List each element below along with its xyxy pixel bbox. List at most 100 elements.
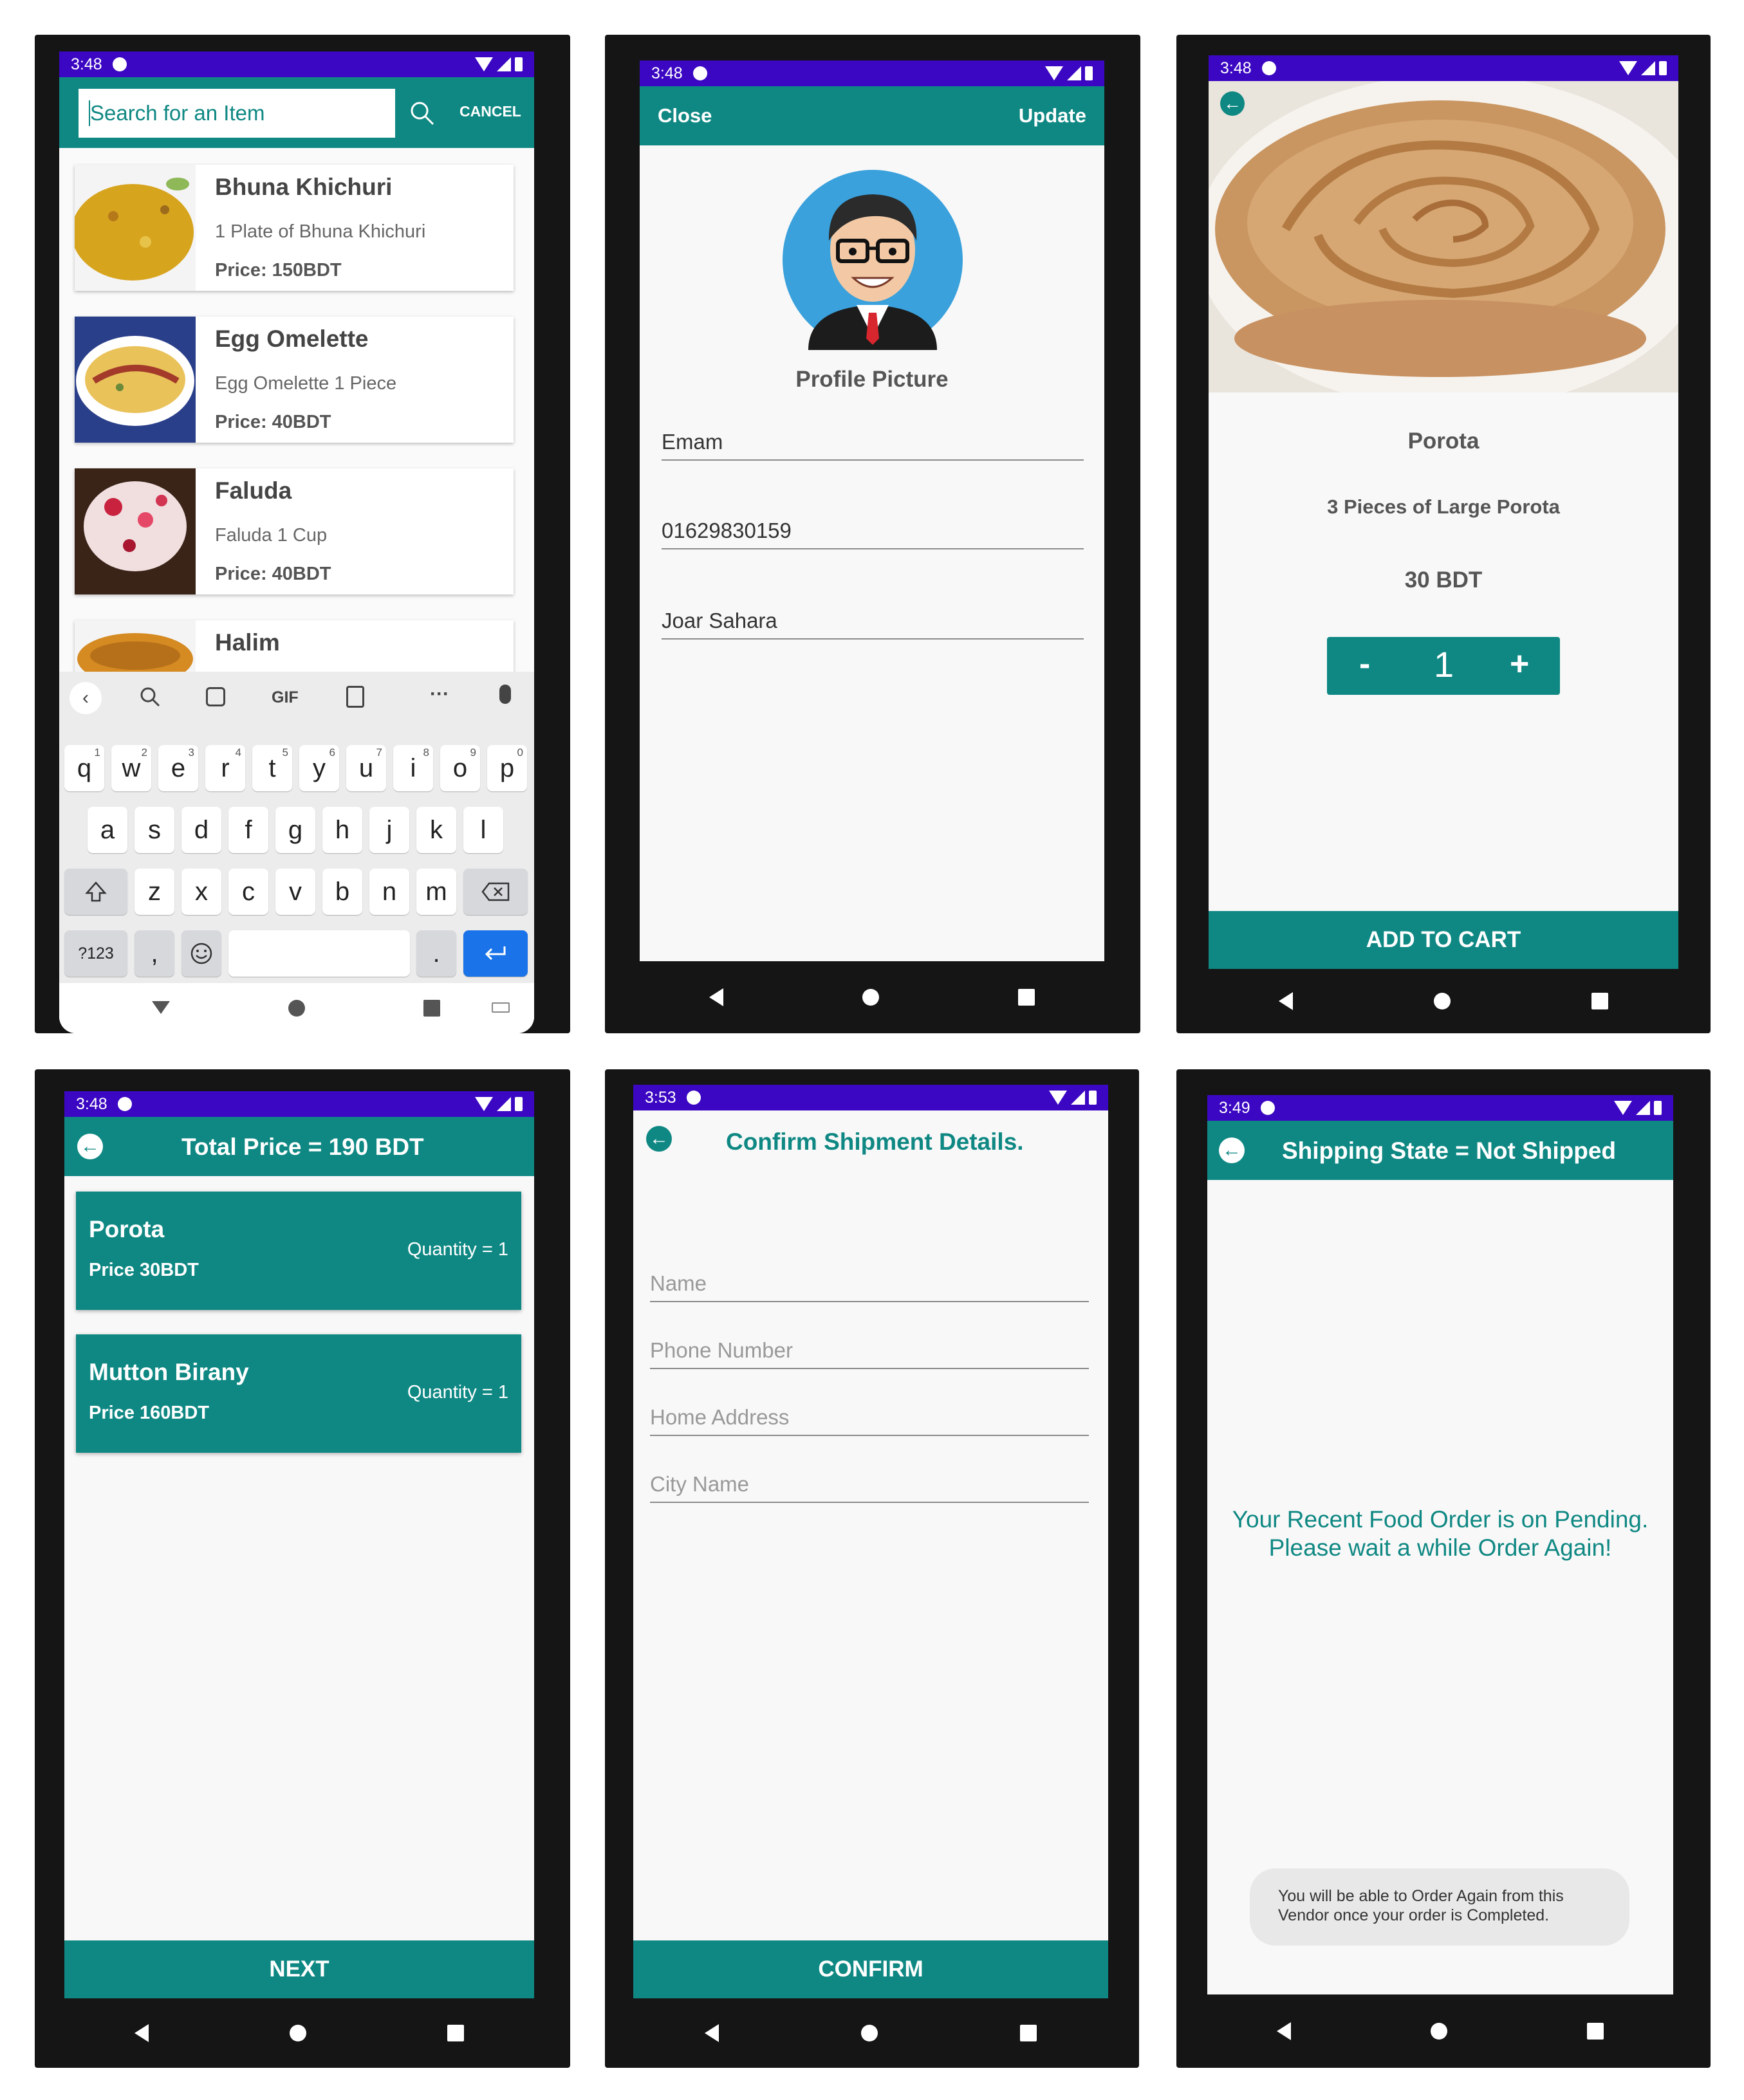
nav-home-icon[interactable]: [289, 2025, 306, 2041]
comma-key[interactable]: ,: [135, 930, 174, 977]
microphone-icon[interactable]: [499, 685, 511, 704]
next-label: NEXT: [269, 1957, 329, 1982]
key[interactable]: s: [135, 807, 174, 853]
nav-home-icon[interactable]: [1430, 2023, 1447, 2040]
increment-button[interactable]: +: [1510, 645, 1529, 683]
decrement-button[interactable]: -: [1359, 645, 1370, 683]
confirm-button[interactable]: CONFIRM: [633, 1940, 1108, 1998]
keyboard-switch-icon[interactable]: [492, 1002, 510, 1013]
address-field[interactable]: Home Address: [650, 1405, 1089, 1436]
shift-key[interactable]: [64, 869, 127, 915]
nav-back-icon[interactable]: [1277, 2022, 1292, 2040]
phone-field[interactable]: Phone Number: [650, 1338, 1089, 1369]
nav-back-icon[interactable]: [709, 988, 723, 1006]
back-button[interactable]: ←: [646, 1126, 672, 1152]
nav-recents-icon[interactable]: [1586, 2023, 1604, 2040]
city-field[interactable]: City Name: [650, 1472, 1089, 1503]
key[interactable]: d: [181, 807, 221, 853]
status-bar: 3:49: [1207, 1095, 1673, 1121]
nav-home-icon[interactable]: [288, 1000, 305, 1017]
name-field[interactable]: Name: [650, 1271, 1089, 1302]
key[interactable]: r4: [205, 745, 245, 791]
symbols-key[interactable]: ?123: [64, 930, 127, 977]
status-icons: [475, 1097, 523, 1111]
key[interactable]: l: [463, 807, 503, 853]
battery-icon: [515, 1097, 523, 1111]
name-field[interactable]: Emam: [662, 430, 1084, 461]
list-item[interactable]: Faluda Faluda 1 Cup Price: 40BDT: [75, 468, 514, 594]
search-icon[interactable]: [409, 100, 435, 126]
key[interactable]: t5: [252, 745, 292, 791]
key[interactable]: o9: [440, 745, 480, 791]
nav-recents-icon[interactable]: [423, 1000, 440, 1017]
nav-recents-icon[interactable]: [1018, 989, 1035, 1006]
key[interactable]: c: [228, 869, 268, 915]
search-icon[interactable]: [139, 686, 161, 712]
key[interactable]: j: [369, 807, 409, 853]
phone-profile: 3:48 Close Update Profile Picture Emam 0…: [605, 35, 1140, 1033]
period-key[interactable]: .: [416, 930, 456, 977]
back-button[interactable]: ←: [77, 1134, 103, 1159]
nav-back-icon[interactable]: [1279, 992, 1294, 1010]
item-name: Egg Omelette: [215, 326, 369, 352]
gif-button[interactable]: GIF: [272, 688, 299, 707]
key[interactable]: n: [369, 869, 409, 915]
key[interactable]: i8: [393, 745, 433, 791]
status-time: 3:48: [1220, 59, 1252, 77]
status-time: 3:49: [1219, 1098, 1250, 1117]
key[interactable]: h: [322, 807, 362, 853]
key[interactable]: x: [181, 869, 221, 915]
phone-field[interactable]: 01629830159: [662, 519, 1084, 549]
list-item[interactable]: Bhuna Khichuri 1 Plate of Bhuna Khichuri…: [75, 165, 514, 291]
backspace-key[interactable]: [463, 869, 528, 915]
close-button[interactable]: Close: [658, 104, 712, 127]
key[interactable]: k: [416, 807, 456, 853]
key[interactable]: g: [275, 807, 315, 853]
update-button[interactable]: Update: [1019, 104, 1086, 127]
space-key[interactable]: [228, 930, 410, 977]
clipboard-icon[interactable]: [346, 686, 364, 708]
phone-shipping-state: 3:49 ← Shipping State = Not Shipped Your…: [1176, 1069, 1711, 2068]
avatar[interactable]: [783, 170, 963, 350]
chevron-left-icon[interactable]: ‹: [70, 682, 102, 714]
item-description: 3 Pieces of Large Porota: [1327, 495, 1560, 518]
cancel-button[interactable]: CANCEL: [459, 103, 521, 120]
add-to-cart-button[interactable]: ADD TO CART: [1209, 911, 1678, 969]
emoji-key[interactable]: [181, 930, 221, 977]
nav-back-icon[interactable]: [704, 2024, 719, 2042]
key[interactable]: y6: [299, 745, 339, 791]
nav-back-icon[interactable]: [152, 1001, 170, 1014]
nav-home-icon[interactable]: [1433, 993, 1451, 1009]
cart-item[interactable]: Porota Price 30BDT Quantity = 1: [76, 1192, 521, 1310]
key[interactable]: e3: [158, 745, 198, 791]
wifi-icon: [475, 57, 493, 71]
enter-key[interactable]: [463, 930, 528, 977]
key[interactable]: u7: [346, 745, 386, 791]
cart-item[interactable]: Mutton Birany Price 160BDT Quantity = 1: [76, 1334, 521, 1453]
nav-recents-icon[interactable]: [447, 2025, 464, 2041]
key[interactable]: f: [228, 807, 268, 853]
key[interactable]: m: [416, 869, 456, 915]
nav-home-icon[interactable]: [860, 2025, 878, 2041]
more-icon[interactable]: ···: [430, 683, 449, 705]
search-input[interactable]: Search for an Item: [79, 89, 395, 138]
nav-home-icon[interactable]: [862, 989, 879, 1006]
key[interactable]: q1: [64, 745, 104, 791]
nav-recents-icon[interactable]: [1020, 2025, 1037, 2041]
key[interactable]: a: [88, 807, 127, 853]
key[interactable]: b: [322, 869, 362, 915]
key[interactable]: w2: [111, 745, 151, 791]
key[interactable]: p0: [487, 745, 527, 791]
nav-back-icon[interactable]: [135, 2024, 149, 2042]
back-button[interactable]: ←: [1220, 91, 1245, 116]
list-item[interactable]: Egg Omelette Egg Omelette 1 Piece Price:…: [75, 317, 514, 443]
nav-recents-icon[interactable]: [1591, 993, 1608, 1009]
next-button[interactable]: NEXT: [64, 1940, 534, 1998]
address-field[interactable]: Joar Sahara: [662, 609, 1084, 640]
cart-item-quantity: Quantity = 1: [407, 1382, 508, 1403]
battery-icon: [1654, 1101, 1662, 1115]
back-button[interactable]: ←: [1219, 1138, 1245, 1163]
sticker-icon[interactable]: [206, 687, 225, 706]
key[interactable]: z: [135, 869, 174, 915]
key[interactable]: v: [275, 869, 315, 915]
